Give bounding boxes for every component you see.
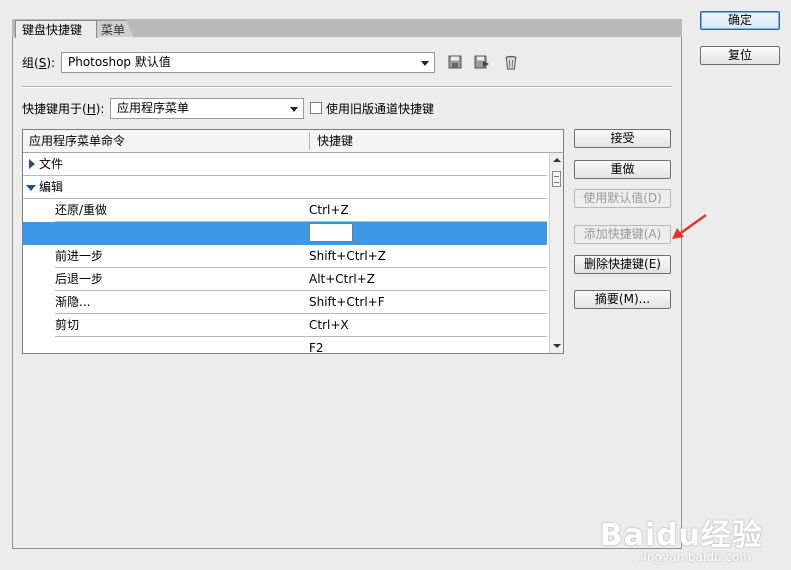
shortcut-cell[interactable]: Shift+Ctrl+Z <box>309 245 386 267</box>
add-shortcut-button[interactable]: 添加快捷键(A) <box>574 225 671 244</box>
shortcuts-for-label: 快捷键用于(H): <box>22 102 105 116</box>
table-row[interactable]: 渐隐... Shift+Ctrl+F <box>23 291 547 314</box>
table-row[interactable]: F2 <box>23 337 547 353</box>
table-rows: 文件 编辑 还原/重做 Ctrl+Z 前进一步 Shift+Ctrl+Z 后退一… <box>23 153 547 353</box>
shortcut-cell[interactable]: Alt+Ctrl+Z <box>309 268 375 290</box>
chevron-down-icon <box>421 61 429 66</box>
command-cell: 渐隐... <box>55 295 91 309</box>
shortcut-cell[interactable]: Shift+Ctrl+F <box>309 291 385 313</box>
command-cell: 编辑 <box>39 180 64 194</box>
divider <box>22 86 672 88</box>
delete-icon[interactable] <box>503 54 519 70</box>
reset-button[interactable]: 复位 <box>700 46 780 65</box>
shortcut-cell[interactable]: Ctrl+X <box>309 314 349 336</box>
column-header-command[interactable]: 应用程序菜单命令 <box>29 130 125 152</box>
table-scrollbar[interactable] <box>549 153 563 353</box>
collapse-triangle-icon[interactable] <box>26 185 36 191</box>
expand-triangle-icon[interactable] <box>29 159 35 169</box>
shortcut-cell[interactable]: Ctrl+Z <box>309 199 349 221</box>
save-icon[interactable] <box>447 54 463 70</box>
shortcut-cell[interactable]: F2 <box>309 337 324 353</box>
scroll-thumb[interactable] <box>552 171 561 187</box>
column-header-shortcut[interactable]: 快捷键 <box>317 130 353 152</box>
annotation-arrow-icon <box>672 213 707 239</box>
table-row[interactable]: 还原/重做 Ctrl+Z <box>23 199 547 222</box>
accept-button[interactable]: 接受 <box>574 129 671 148</box>
column-separator <box>309 132 310 150</box>
set-select-value: Photoshop 默认值 <box>68 55 171 69</box>
set-select[interactable]: Photoshop 默认值 <box>61 52 435 73</box>
table-row-group[interactable]: 文件 <box>23 153 547 176</box>
watermark-url: jingyan.baidu.com <box>640 550 751 564</box>
shortcuts-for-select[interactable]: 应用程序菜单 <box>110 98 304 119</box>
table-row[interactable]: 后退一步 Alt+Ctrl+Z <box>23 268 547 291</box>
command-cell: 文件 <box>39 157 64 171</box>
table-row[interactable]: 前进一步 Shift+Ctrl+Z <box>23 245 547 268</box>
watermark-logo: Baidu经验 <box>599 518 763 553</box>
ok-button[interactable]: 确定 <box>700 11 780 30</box>
legacy-channel-shortcuts-checkbox[interactable] <box>310 102 322 114</box>
table-row[interactable]: 剪切 Ctrl+X <box>23 314 547 337</box>
command-cell: 还原/重做 <box>55 203 108 217</box>
scroll-down-icon[interactable] <box>553 344 561 348</box>
summarize-button[interactable]: 摘要(M)... <box>574 290 671 309</box>
table-header: 应用程序菜单命令 快捷键 <box>23 130 563 153</box>
undo-button[interactable]: 重做 <box>574 160 671 179</box>
shortcuts-for-value: 应用程序菜单 <box>117 101 190 115</box>
table-row-group[interactable]: 编辑 <box>23 176 547 199</box>
table-row-selected[interactable] <box>23 222 547 245</box>
use-default-button[interactable]: 使用默认值(D) <box>574 189 671 208</box>
scroll-up-icon[interactable] <box>553 158 561 162</box>
tab-keyboard-shortcuts[interactable]: 键盘快捷键 <box>15 20 97 38</box>
chevron-down-icon <box>290 107 298 112</box>
command-cell: 剪切 <box>55 318 80 332</box>
set-label: 组(S): <box>22 56 56 70</box>
shortcuts-table: 应用程序菜单命令 快捷键 文件 编辑 还原/重做 Ctrl+Z 前进一步 Shi… <box>22 129 564 354</box>
shortcut-edit-field[interactable] <box>309 223 353 242</box>
command-cell: 前进一步 <box>55 249 104 263</box>
command-cell: 后退一步 <box>55 272 104 286</box>
delete-shortcut-button[interactable]: 删除快捷键(E) <box>574 255 671 274</box>
save-as-icon[interactable] <box>474 54 490 70</box>
legacy-channel-shortcuts-label: 使用旧版通道快捷键 <box>326 102 435 116</box>
